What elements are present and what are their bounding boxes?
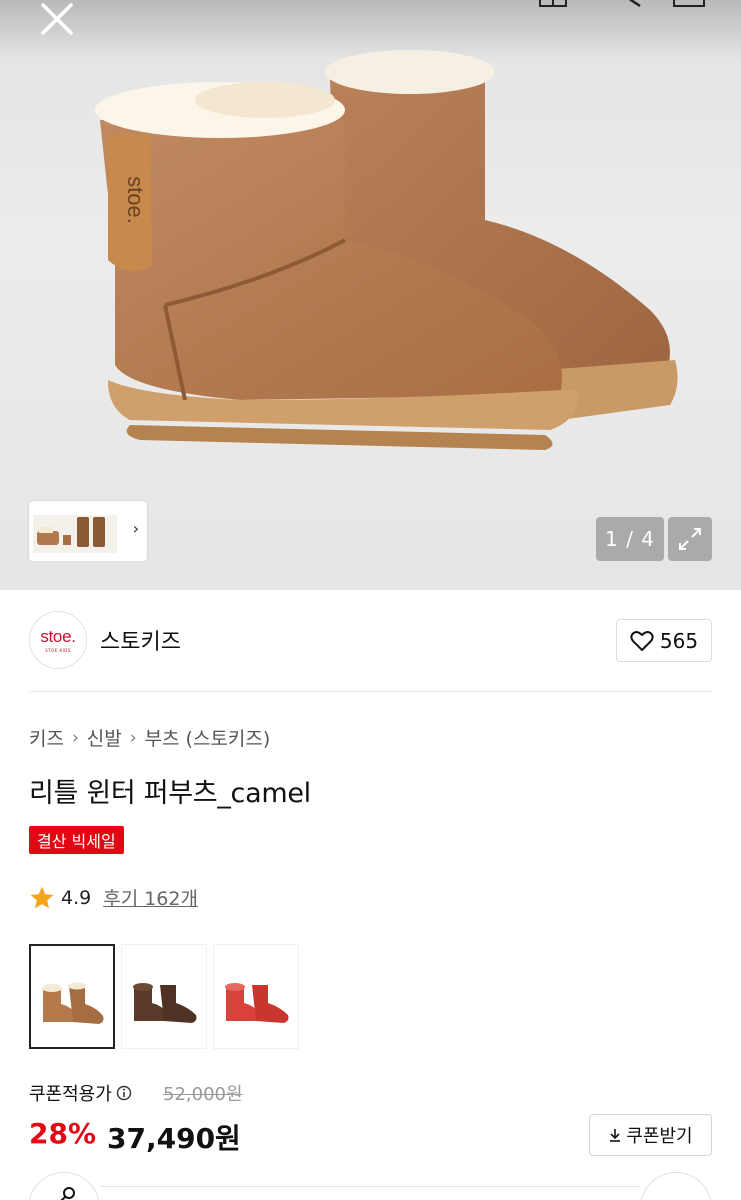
share-icon: [60, 1187, 75, 1200]
rating-score: 4.9: [61, 886, 92, 909]
color-thumbnail-brown: [133, 983, 197, 1023]
rating-row: 4.9 후기 162개: [29, 884, 198, 911]
close-icon: [41, 3, 73, 35]
cart-icon[interactable]: [672, 0, 706, 8]
color-option-red[interactable]: [213, 944, 299, 1049]
brand-logo-subtext: STOE KIDS: [45, 648, 71, 653]
gallery-thumbnail-strip[interactable]: ›: [29, 501, 147, 561]
review-count-link[interactable]: 후기 162개: [103, 884, 198, 911]
chevron-right-icon: ›: [132, 519, 139, 538]
breadcrumb-item-kids[interactable]: 키즈: [29, 724, 64, 751]
scroll-top-button[interactable]: [640, 1172, 712, 1200]
like-button[interactable]: 565: [616, 619, 712, 662]
expand-icon: [679, 528, 701, 550]
share-button[interactable]: [28, 1172, 100, 1200]
divider: [100, 1186, 640, 1187]
coupon-price-text: 쿠폰적용가: [29, 1084, 112, 1105]
brand-logo-text: stoe.: [40, 627, 76, 646]
color-option-brown[interactable]: [121, 944, 207, 1049]
boot-brand-label: stoe.: [123, 176, 148, 224]
search-icon[interactable]: [620, 0, 644, 8]
brand-name[interactable]: 스토키즈: [100, 624, 181, 656]
breadcrumb-item-boots[interactable]: 부츠 (스토키즈): [145, 724, 271, 751]
color-options: [29, 944, 299, 1049]
thumbnail-image: [33, 515, 117, 553]
sale-badge: 결산 빅세일: [29, 826, 124, 854]
chevron-right-icon: ›: [71, 727, 79, 748]
star-icon: [30, 886, 54, 908]
color-thumbnail-red: [225, 983, 289, 1023]
discount-rate: 28%: [29, 1117, 97, 1150]
image-counter: 1 / 4: [596, 517, 664, 561]
like-count: 565: [659, 628, 699, 653]
close-button[interactable]: [36, 0, 80, 40]
product-image-gallery[interactable]: stoe. › 1 / 4: [0, 0, 741, 590]
breadcrumb: 키즈 › 신발 › 부츠 (스토키즈): [29, 724, 270, 751]
original-price: 52,000원: [163, 1084, 243, 1105]
product-image-boots: stoe.: [95, 50, 678, 450]
chevron-right-icon: ›: [129, 727, 137, 748]
sale-price: 37,490원: [107, 1122, 241, 1155]
product-title: 리틀 윈터 퍼부츠_camel: [29, 778, 311, 809]
info-icon[interactable]: [116, 1085, 132, 1101]
heart-icon: [630, 630, 654, 651]
brand-logo[interactable]: stoe. STOE KIDS: [29, 611, 87, 669]
get-coupon-button[interactable]: 쿠폰받기: [589, 1114, 712, 1156]
color-option-camel[interactable]: [29, 944, 115, 1049]
download-icon: [610, 1129, 621, 1142]
color-thumbnail-camel: [42, 982, 104, 1024]
get-coupon-label: 쿠폰받기: [626, 1126, 693, 1147]
coupon-price-label: 쿠폰적용가: [29, 1080, 132, 1106]
expand-button[interactable]: [668, 517, 712, 561]
store-icon[interactable]: [538, 0, 568, 8]
breadcrumb-item-shoes[interactable]: 신발: [87, 724, 122, 751]
divider: [29, 691, 712, 692]
